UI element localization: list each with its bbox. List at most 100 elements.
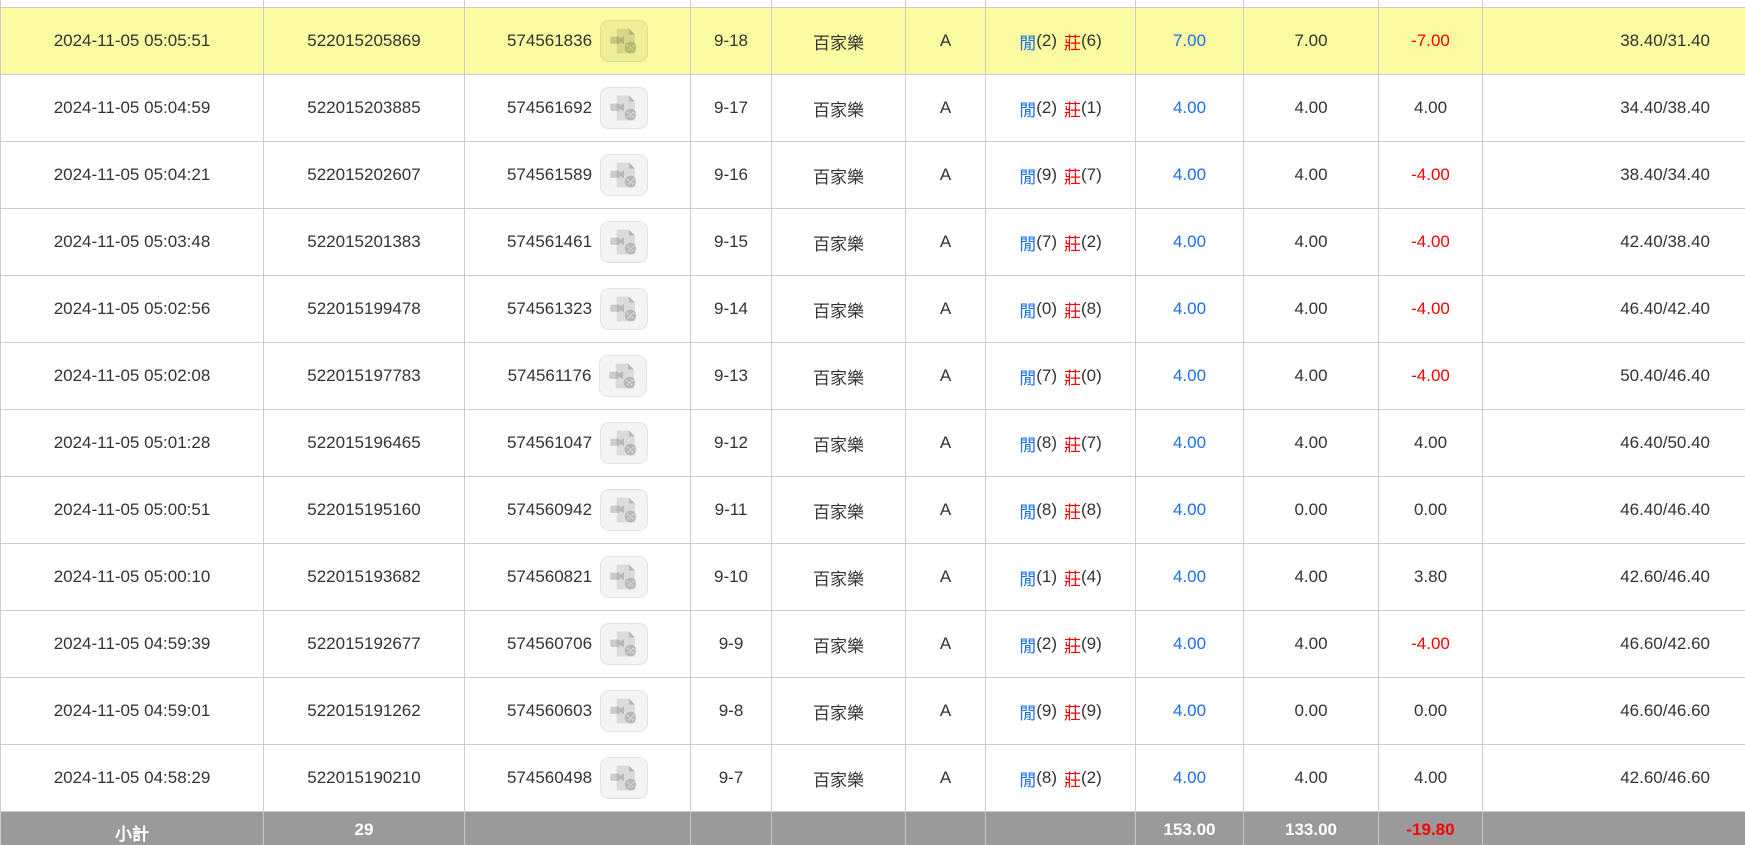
bet-amount: 4.00 (1136, 745, 1244, 811)
video-replay-button[interactable] (600, 556, 649, 598)
banker-label: 莊 (1064, 368, 1081, 388)
round-number: 9-18 (691, 8, 772, 74)
game-type: 百家樂 (772, 745, 906, 811)
valid-amount: 4.00 (1244, 611, 1379, 677)
balance: 42.60/46.60 (1620, 768, 1710, 787)
player-score: (8) (1036, 433, 1057, 452)
table-row[interactable]: 2024-11-05 05:05:51 522015205869 5745618… (1, 8, 1745, 75)
game-id: 574560498 (506, 768, 593, 787)
table-row[interactable]: 2024-11-05 05:04:21 522015202607 5745615… (1, 142, 1745, 209)
table-row[interactable]: 2024-11-05 05:00:51 522015195160 5745609… (1, 477, 1745, 544)
video-replay-button[interactable] (599, 355, 648, 397)
banker-score: (8) (1081, 500, 1102, 519)
subtotal-empty-cell (906, 812, 986, 845)
video-replay-button[interactable] (600, 221, 649, 263)
banker-label: 莊 (1064, 234, 1081, 254)
video-replay-button[interactable] (600, 757, 649, 799)
player-score: (9) (1036, 701, 1057, 720)
player-score: (1) (1036, 567, 1057, 586)
game-result: 閒 (7) 莊 (2) (986, 209, 1136, 275)
bet-amount: 4.00 (1136, 142, 1244, 208)
bet-history-table: 2024-11-05 05:05:51 522015205869 5745618… (0, 0, 1745, 845)
bet-time: 2024-11-05 05:04:21 (1, 142, 264, 208)
win-loss: -4.00 (1379, 142, 1483, 208)
game-type: 百家樂 (772, 410, 906, 476)
table-row[interactable]: 2024-11-05 05:03:48 522015201383 5745614… (1, 209, 1745, 276)
video-file-icon (610, 698, 637, 724)
banker-label: 莊 (1064, 636, 1081, 656)
bet-id: 522015192677 (264, 611, 465, 677)
table-row[interactable]: 2024-11-05 05:02:56 522015199478 5745613… (1, 276, 1745, 343)
bet-amount: 4.00 (1136, 611, 1244, 677)
table-code: A (906, 276, 986, 342)
round-number: 9-14 (691, 276, 772, 342)
empty-cell (1136, 0, 1244, 7)
valid-amount: 4.00 (1244, 276, 1379, 342)
bet-time: 2024-11-05 05:05:51 (1, 8, 264, 74)
win-loss: 4.00 (1379, 75, 1483, 141)
table-row[interactable]: 2024-11-05 04:58:29 522015190210 5745604… (1, 745, 1745, 812)
empty-cell (1, 0, 264, 7)
video-replay-button[interactable] (600, 154, 649, 196)
game-result: 閒 (2) 莊 (1) (986, 75, 1136, 141)
game-result: 閒 (7) 莊 (0) (986, 343, 1136, 409)
game-id: 574561836 (506, 31, 593, 50)
balance: 42.40/38.40 (1620, 232, 1710, 251)
video-replay-button[interactable] (600, 489, 649, 531)
bet-id: 522015199478 (264, 276, 465, 342)
game-id-cell: 574561461 (465, 209, 691, 275)
empty-cell (986, 0, 1136, 7)
table-row[interactable]: 2024-11-05 05:00:10 522015193682 5745608… (1, 544, 1745, 611)
game-id-cell: 574560942 (465, 477, 691, 543)
game-type: 百家樂 (772, 209, 906, 275)
video-file-icon (610, 564, 637, 590)
game-id-cell: 574561589 (465, 142, 691, 208)
bet-amount: 4.00 (1136, 477, 1244, 543)
video-file-icon (610, 28, 637, 54)
table-row[interactable]: 2024-11-05 04:59:39 522015192677 5745607… (1, 611, 1745, 678)
video-replay-button[interactable] (600, 623, 649, 665)
table-row[interactable]: 2024-11-05 05:02:08 522015197783 5745611… (1, 343, 1745, 410)
video-replay-button[interactable] (600, 690, 649, 732)
balance: 42.60/46.40 (1620, 567, 1710, 586)
video-replay-button[interactable] (600, 288, 649, 330)
game-id-cell: 574561047 (465, 410, 691, 476)
win-loss: 3.80 (1379, 544, 1483, 610)
table-row[interactable]: 2024-11-05 05:04:59 522015203885 5745616… (1, 75, 1745, 142)
player-label: 閒 (1019, 33, 1037, 53)
table-row[interactable]: 2024-11-05 05:01:28 522015196465 5745610… (1, 410, 1745, 477)
banker-score: (8) (1081, 299, 1102, 318)
subtotal-empty-cell (465, 812, 691, 845)
banker-score: (4) (1081, 567, 1102, 586)
table-code: A (906, 209, 986, 275)
bet-time: 2024-11-05 05:03:48 (1, 209, 264, 275)
table-row[interactable]: 2024-11-05 04:59:01 522015191262 5745606… (1, 678, 1745, 745)
player-label: 閒 (1019, 301, 1037, 321)
player-score: (2) (1036, 98, 1057, 117)
video-file-icon (610, 497, 637, 523)
game-type: 百家樂 (772, 477, 906, 543)
game-id-cell: 574561836 (465, 8, 691, 74)
subtotal-row: 小計 29 153.00 133.00 -19.80 (1, 812, 1745, 845)
round-number: 9-15 (691, 209, 772, 275)
game-id: 574560706 (506, 634, 593, 653)
game-id: 574560603 (506, 701, 593, 720)
empty-cell (1379, 0, 1483, 7)
game-id: 574561047 (506, 433, 593, 452)
game-type: 百家樂 (772, 8, 906, 74)
player-label: 閒 (1019, 569, 1037, 589)
bet-id: 522015201383 (264, 209, 465, 275)
valid-amount: 7.00 (1244, 8, 1379, 74)
video-replay-button[interactable] (600, 20, 649, 62)
game-id-cell: 574561323 (465, 276, 691, 342)
banker-score: (9) (1081, 634, 1102, 653)
game-id-cell: 574561176 (465, 343, 691, 409)
win-loss: -4.00 (1379, 276, 1483, 342)
valid-amount: 4.00 (1244, 142, 1379, 208)
bet-amount: 4.00 (1136, 343, 1244, 409)
video-replay-button[interactable] (600, 87, 649, 129)
subtotal-win-loss: -19.80 (1379, 812, 1483, 845)
win-loss: -4.00 (1379, 611, 1483, 677)
video-replay-button[interactable] (600, 422, 649, 464)
balance: 46.60/46.60 (1620, 701, 1710, 720)
